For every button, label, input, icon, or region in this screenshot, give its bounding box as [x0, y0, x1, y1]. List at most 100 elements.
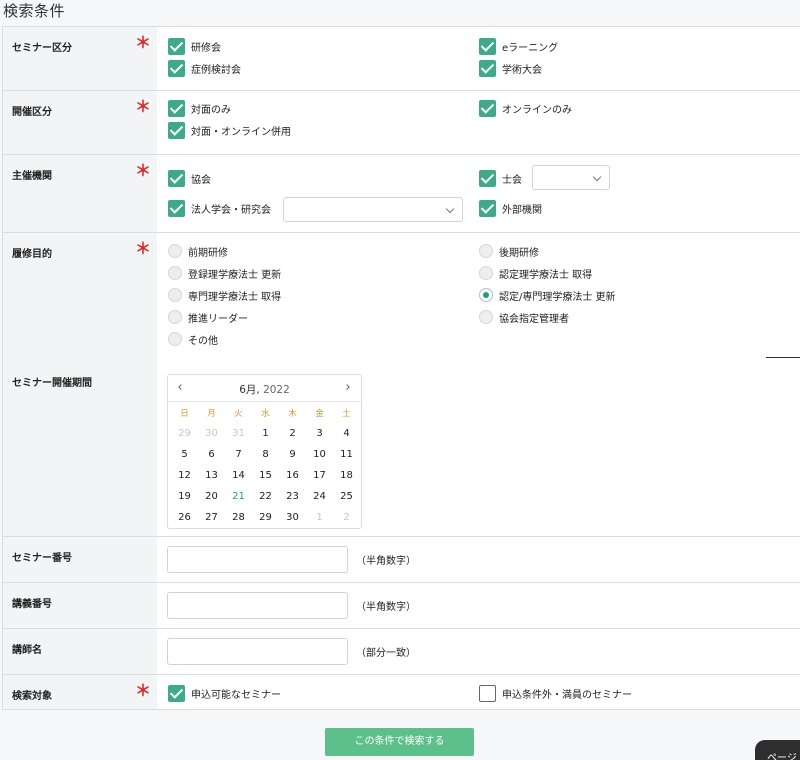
calendar-week: 12 13 14 15 16 17 18	[171, 465, 360, 486]
target-label: 検索対象	[12, 691, 52, 702]
calendar-day[interactable]: 9	[279, 449, 306, 460]
radio-icon[interactable]	[479, 310, 493, 324]
calendar-day[interactable]: 26	[171, 512, 198, 523]
calendar-day[interactable]: 20	[198, 491, 225, 502]
calendar-day[interactable]: 29	[171, 428, 198, 439]
radio-icon[interactable]	[168, 288, 182, 302]
row-instructor-name: 講師名 （部分一致）	[3, 628, 800, 674]
checkbox-checked-icon[interactable]	[168, 121, 185, 139]
calendar-day[interactable]: 24	[306, 491, 333, 502]
checkbox-unchecked-icon[interactable]	[479, 684, 496, 702]
checkbox-checked-icon[interactable]	[168, 169, 185, 187]
shikai-select[interactable]	[532, 165, 610, 190]
floating-page-tab[interactable]: ページ	[755, 740, 800, 760]
checkbox-kyokai[interactable]: 協会	[168, 169, 211, 187]
checkbox-elearning[interactable]: eラーニング	[479, 37, 558, 55]
calendar-day[interactable]: 18	[333, 470, 360, 481]
radio-icon[interactable]	[479, 266, 493, 280]
checkbox-hojin-gakkai[interactable]: 法人学会・研究会	[168, 199, 271, 217]
seminar-number-hint: （半角数字）	[356, 556, 416, 567]
checkbox-checked-icon[interactable]	[479, 59, 496, 77]
gakkai-select[interactable]	[283, 197, 463, 222]
checkbox-checked-icon[interactable]	[168, 99, 185, 117]
checkbox-checked-icon[interactable]	[479, 169, 496, 187]
calendar-day[interactable]: 30	[279, 512, 306, 523]
calendar-day[interactable]: 15	[252, 470, 279, 481]
radio-suishin-leader[interactable]: 推進リーダー	[168, 308, 248, 326]
row-target: 検索対象 ＊ 申込可能なセミナー 申込条件外・満員のセミナー	[3, 674, 800, 709]
calendar-day[interactable]: 5	[171, 449, 198, 460]
calendar-day[interactable]: 19	[171, 491, 198, 502]
checkbox-taimen[interactable]: 対面のみ	[168, 99, 231, 117]
checkbox-gakujutsu[interactable]: 学術大会	[479, 59, 542, 77]
calendar-day[interactable]: 14	[225, 470, 252, 481]
calendar-day[interactable]: 12	[171, 470, 198, 481]
checkbox-checked-icon[interactable]	[168, 37, 185, 55]
calendar-day[interactable]: 11	[333, 449, 360, 460]
checkbox-checked-icon[interactable]	[479, 99, 496, 117]
required-mark: ＊	[135, 161, 152, 180]
radio-icon[interactable]	[168, 244, 182, 258]
calendar-day[interactable]: 23	[279, 491, 306, 502]
radio-shitei-kanrisha[interactable]: 協会指定管理者	[479, 308, 569, 326]
calendar-day[interactable]: 1	[306, 512, 333, 523]
radio-icon[interactable]	[168, 310, 182, 324]
calendar-day[interactable]: 10	[306, 449, 333, 460]
chevron-right-icon[interactable]: ›	[342, 381, 354, 394]
checkbox-full-or-ineligible[interactable]: 申込条件外・満員のセミナー	[479, 684, 632, 702]
instructor-name-input[interactable]	[167, 638, 348, 665]
calendar-day[interactable]: 4	[333, 428, 360, 439]
organizer-label: 主催機関	[12, 171, 52, 182]
calendar-month-title: 6月, 2022	[239, 384, 290, 396]
checkbox-kenshukai[interactable]: 研修会	[168, 37, 221, 55]
radio-nintei-shutoku[interactable]: 認定理学療法士 取得	[479, 264, 592, 282]
calendar-day[interactable]: 31	[225, 428, 252, 439]
required-mark: ＊	[135, 239, 152, 258]
seminar-number-input[interactable]	[167, 546, 348, 573]
checkbox-checked-icon[interactable]	[479, 37, 496, 55]
checkbox-checked-icon[interactable]	[168, 59, 185, 77]
radio-nintei-senmon-koshin[interactable]: 認定/専門理学療法士 更新	[479, 286, 616, 304]
radio-toroku-koshin[interactable]: 登録理学療法士 更新	[168, 264, 281, 282]
calendar-day[interactable]: 3	[306, 428, 333, 439]
row-held-type: 開催区分 ＊ 対面のみ オンラインのみ 対面・オンライン併用	[3, 90, 800, 154]
calendar-day[interactable]: 30	[198, 428, 225, 439]
calendar-day[interactable]: 2	[279, 428, 306, 439]
calendar-day[interactable]: 6	[198, 449, 225, 460]
radio-zenki[interactable]: 前期研修	[168, 242, 228, 260]
search-submit-button[interactable]: この条件で検索する	[325, 728, 474, 756]
calendar-day[interactable]: 27	[198, 512, 225, 523]
row-seminar-number: セミナー番号 （半角数字）	[3, 536, 800, 582]
radio-sonota[interactable]: その他	[168, 330, 218, 348]
checkbox-shikai[interactable]: 士会	[479, 169, 522, 187]
calendar-day[interactable]: 1	[252, 428, 279, 439]
radio-selected-icon[interactable]	[479, 288, 493, 302]
checkbox-checked-icon[interactable]	[168, 199, 185, 217]
checkbox-online[interactable]: オンラインのみ	[479, 99, 572, 117]
radio-icon[interactable]	[168, 332, 182, 346]
checkbox-gaibu[interactable]: 外部機関	[479, 199, 542, 217]
radio-icon[interactable]	[168, 266, 182, 280]
calendar-grid: 日 月 火 水 木 金 土 29 30 31 1 2 3 4 5 6 7 8 9…	[171, 406, 360, 528]
calendar-day[interactable]: 8	[252, 449, 279, 460]
calendar-day[interactable]: 2	[333, 512, 360, 523]
radio-icon[interactable]	[479, 244, 493, 258]
checkbox-hybrid[interactable]: 対面・オンライン併用	[168, 121, 291, 139]
calendar-day[interactable]: 29	[252, 512, 279, 523]
calendar-day[interactable]: 22	[252, 491, 279, 502]
calendar-day[interactable]: 25	[333, 491, 360, 502]
calendar-day[interactable]: 13	[198, 470, 225, 481]
checkbox-shorei[interactable]: 症例検討会	[168, 59, 241, 77]
radio-senmon-shutoku[interactable]: 専門理学療法士 取得	[168, 286, 281, 304]
checkbox-checked-icon[interactable]	[479, 199, 496, 217]
calendar-day[interactable]: 16	[279, 470, 306, 481]
radio-koki[interactable]: 後期研修	[479, 242, 539, 260]
seminar-number-label: セミナー番号	[12, 553, 72, 564]
calendar-day-today[interactable]: 21	[225, 491, 252, 502]
calendar-day[interactable]: 7	[225, 449, 252, 460]
checkbox-applicable[interactable]: 申込可能なセミナー	[168, 684, 281, 702]
calendar-day[interactable]: 28	[225, 512, 252, 523]
lecture-number-input[interactable]	[167, 592, 348, 619]
checkbox-checked-icon[interactable]	[168, 684, 185, 702]
calendar-day[interactable]: 17	[306, 470, 333, 481]
